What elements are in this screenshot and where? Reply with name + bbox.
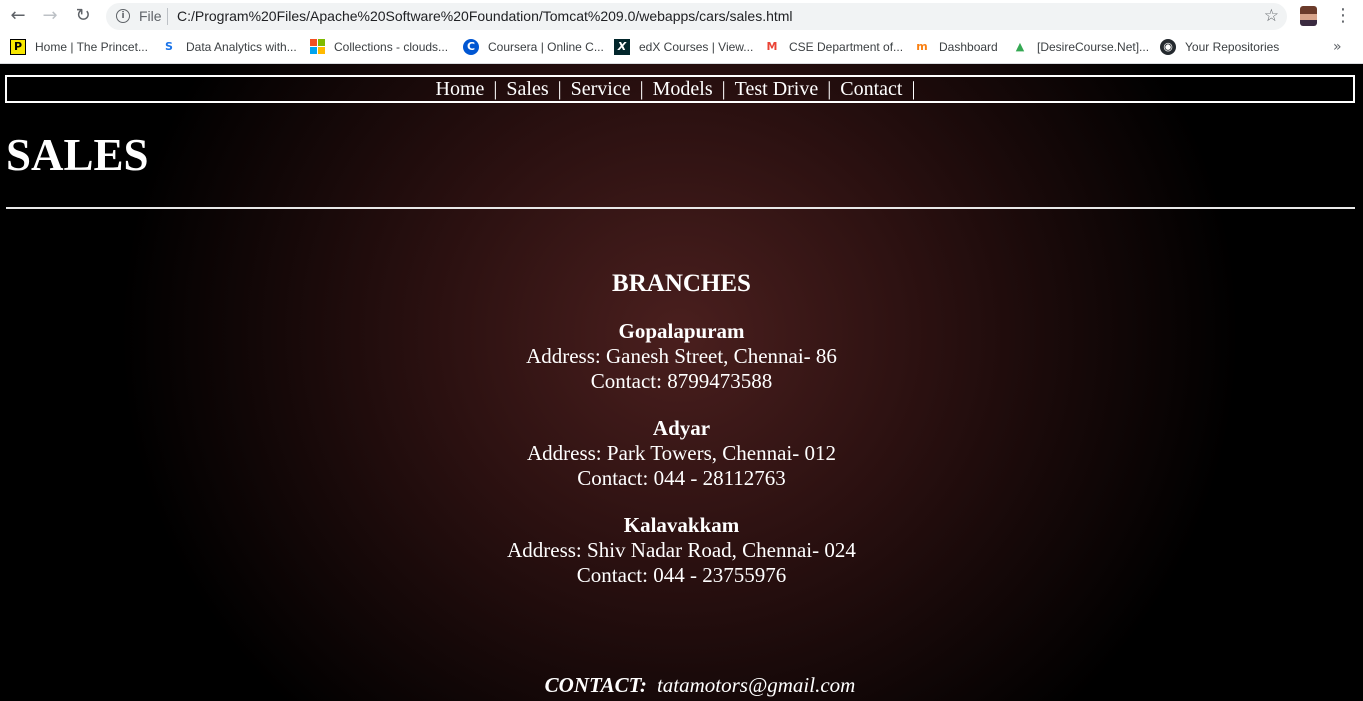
branch-block: Kalavakkam Address: Shiv Nadar Road, Che… (0, 513, 1363, 588)
google-drive-icon: ▲ (1015, 40, 1025, 53)
branch-name: Kalavakkam (623, 513, 740, 537)
microsoft-logo-icon (310, 39, 325, 54)
top-nav-bar: Home | Sales | Service | Models | Test Drive | Con… (5, 75, 1355, 103)
branch-contact: Contact: 8799473588 (590, 369, 773, 393)
scheme-label: File (139, 8, 162, 24)
branch-block: Gopalapuram Address: Ganesh Street, Chen… (0, 319, 1363, 394)
nav-models-link[interactable]: Models (653, 78, 713, 100)
nav-separator: | (911, 78, 916, 100)
branch-name: Adyar (652, 416, 711, 440)
nav-home-link[interactable]: Home (436, 78, 485, 100)
branch-contact: Contact: 044 - 23755976 (576, 563, 787, 587)
princeton-review-icon: P (10, 39, 26, 55)
browser-toolbar: ← → ↻ i File C:/Program%20Files/Apache%2… (0, 0, 1363, 33)
bookmark-label: Data Analytics with... (186, 40, 297, 54)
address-bar[interactable]: i File C:/Program%20Files/Apache%20Softw… (106, 3, 1287, 30)
bookmark-label: CSE Department of... (789, 40, 904, 54)
bookmark-star-icon[interactable]: ☆ (1264, 6, 1279, 26)
branch-address: Address: Ganesh Street, Chennai- 86 (526, 344, 837, 368)
github-icon: ◉ (1160, 39, 1176, 55)
branch-contact: Contact: 044 - 28112763 (577, 466, 786, 490)
bookmark-label: Dashboard (939, 40, 998, 54)
nav-separator: | (827, 78, 832, 100)
back-arrow-icon[interactable]: ← (6, 5, 30, 27)
bookmark-item[interactable]: S Data Analytics with... (161, 39, 297, 55)
branch-address: Address: Park Towers, Chennai- 012 (526, 441, 836, 465)
bookmarks-bar: P Home | The Princet... S Data Analytics… (0, 33, 1363, 64)
branch-address: Address: Shiv Nadar Road, Chennai- 024 (507, 538, 856, 562)
nav-contact-link[interactable]: Contact (840, 78, 902, 100)
menu-kebab-icon[interactable]: ⋮ (1334, 5, 1352, 26)
nav-separator: | (639, 78, 644, 100)
info-icon[interactable]: i (116, 9, 130, 23)
branch-block: Adyar Address: Park Towers, Chennai- 012… (0, 416, 1363, 491)
contact-label: CONTACT: (544, 673, 647, 697)
bookmark-label: Your Repositories (1185, 40, 1280, 54)
moodle-icon: m (916, 40, 928, 53)
profile-avatar[interactable] (1300, 6, 1317, 26)
bookmark-item[interactable]: ▲ [DesireCourse.Net]... (1012, 39, 1149, 55)
reload-icon[interactable]: ↻ (71, 5, 95, 27)
contact-email[interactable]: tatamotors@gmail.com (657, 673, 855, 697)
bookmark-item[interactable]: Collections - clouds... (310, 39, 448, 54)
nav-separator: | (557, 78, 562, 100)
page-title: SALES (6, 130, 149, 180)
bookmark-label: edX Courses | View... (639, 40, 754, 54)
bookmark-item[interactable]: X edX Courses | View... (614, 39, 753, 55)
edx-icon: X (614, 39, 630, 55)
bookmark-label: [DesireCourse.Net]... (1037, 40, 1150, 54)
nav-separator: | (493, 78, 498, 100)
bookmark-label: Coursera | Online C... (488, 40, 604, 54)
page-viewport: Home | Sales | Service | Models | Test Drive | Con… (0, 64, 1363, 701)
forward-arrow-icon[interactable]: → (38, 5, 62, 27)
s-logo-icon: S (165, 40, 173, 53)
branches-section: BRANCHES Gopalapuram Address: Ganesh Str… (0, 264, 1363, 588)
bookmark-item[interactable]: C Coursera | Online C... (463, 39, 604, 55)
url-text[interactable]: C:/Program%20Files/Apache%20Software%20F… (177, 8, 793, 24)
branches-heading: BRANCHES (612, 270, 751, 297)
footer-contact: CONTACT: tatamotors@gmail.com (0, 672, 1363, 698)
bookmark-item[interactable]: m Dashboard (914, 39, 998, 55)
gmail-icon: M (766, 40, 778, 53)
bookmark-label: Collections - clouds... (334, 39, 449, 54)
branch-name: Gopalapuram (618, 319, 745, 343)
nav-separator: | (721, 78, 726, 100)
nav-test-drive-link[interactable]: Test Drive (735, 78, 819, 100)
bookmark-label: Home | The Princet... (35, 40, 148, 54)
coursera-icon: C (463, 39, 479, 55)
nav-service-link[interactable]: Service (571, 78, 631, 100)
bookmark-item[interactable]: P Home | The Princet... (10, 39, 148, 55)
address-separator (167, 8, 168, 25)
horizontal-rule (6, 207, 1355, 209)
bookmarks-overflow-icon[interactable]: » (1333, 39, 1342, 55)
bookmark-item[interactable]: ◉ Your Repositories (1160, 39, 1279, 55)
bookmark-item[interactable]: M CSE Department of... (764, 39, 904, 55)
nav-sales-link[interactable]: Sales (506, 78, 548, 100)
